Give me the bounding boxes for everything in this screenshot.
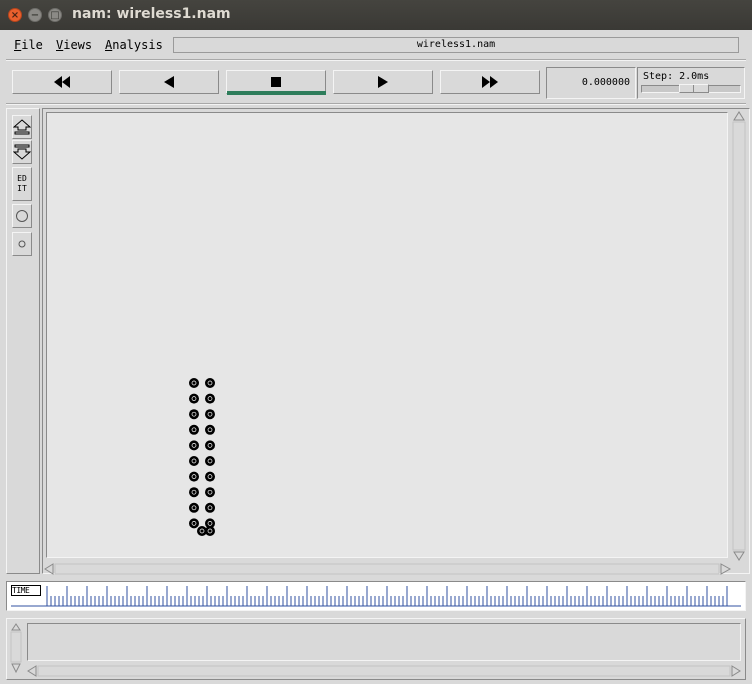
wireless-node-circle	[189, 487, 199, 498]
rewind-icon	[54, 76, 70, 88]
vertical-scrollbar-graphic	[732, 111, 746, 561]
circle-icon	[16, 210, 28, 222]
step-label: Step: 2.0ms	[643, 71, 710, 82]
wireless-node-circle	[189, 378, 199, 388]
wireless-node-circle	[189, 456, 199, 466]
wireless-node[interactable]	[205, 502, 215, 513]
node-layer	[189, 378, 215, 536]
zoom-in-icon	[13, 119, 31, 135]
menu-analysis[interactable]: Analysis	[105, 38, 163, 52]
wireless-node[interactable]	[189, 487, 199, 498]
fast-forward-button[interactable]	[440, 70, 540, 94]
annotation-hscroll[interactable]	[27, 662, 741, 681]
wireless-node-circle	[205, 409, 215, 420]
wireless-node[interactable]	[189, 378, 199, 388]
wireless-node[interactable]	[205, 487, 215, 498]
wireless-node-circle	[205, 456, 215, 466]
wireless-node-circle	[205, 424, 215, 435]
node-tool-button[interactable]	[12, 204, 32, 228]
wireless-node[interactable]	[189, 456, 199, 466]
wireless-node[interactable]	[205, 409, 215, 420]
wireless-node[interactable]	[189, 393, 199, 404]
wireless-node[interactable]	[205, 456, 215, 466]
stop-icon	[271, 77, 281, 87]
annotation-hscroll-graphic	[27, 665, 741, 677]
annotation-scroll-graphic	[10, 623, 22, 674]
annotation-scroll[interactable]	[10, 622, 22, 678]
wireless-node-circle	[205, 487, 215, 498]
window-title: nam: wireless1.nam	[72, 6, 231, 22]
wireless-node-circle	[205, 502, 215, 513]
menu-file-rest: ile	[21, 38, 43, 52]
wireless-node-circle	[205, 526, 215, 536]
time-label: TIME	[11, 585, 41, 596]
filename-display: wireless1.nam	[173, 37, 739, 53]
wireless-node[interactable]	[205, 393, 215, 404]
menu-separator	[6, 59, 746, 61]
wireless-node[interactable]	[189, 518, 199, 529]
wireless-node-circle	[189, 393, 199, 404]
maximize-icon[interactable]: □	[48, 8, 62, 22]
play-forward-button[interactable]	[333, 70, 433, 94]
menu-file[interactable]: File	[14, 38, 43, 52]
wireless-node-circle	[189, 502, 199, 513]
horizontal-scrollbar-graphic	[44, 563, 732, 575]
title-bar: × − □ nam: wireless1.nam	[0, 0, 752, 30]
edit-button[interactable]: EDIT	[12, 167, 32, 201]
small-circle-icon	[18, 240, 26, 248]
transport-separator	[6, 103, 746, 105]
zoom-in-button[interactable]	[12, 115, 32, 139]
rewind-button[interactable]	[12, 70, 112, 94]
wireless-node[interactable]	[205, 378, 215, 388]
edit-label: EDIT	[17, 174, 27, 193]
timeline[interactable]	[6, 581, 746, 611]
wireless-node-circle	[205, 393, 215, 404]
close-icon[interactable]: ×	[8, 8, 22, 22]
wireless-node[interactable]	[205, 440, 215, 451]
zoom-out-button[interactable]	[12, 140, 32, 164]
horizontal-scrollbar[interactable]	[44, 560, 732, 575]
wireless-node-circle	[189, 518, 199, 529]
menu-views[interactable]: Views	[56, 38, 92, 52]
menu-views-rest: iews	[63, 38, 93, 52]
step-slider-thumb[interactable]	[679, 84, 709, 93]
time-display: 0.000000	[546, 67, 636, 99]
play-forward-icon	[378, 76, 388, 88]
wireless-node[interactable]	[205, 471, 215, 482]
network-canvas[interactable]	[46, 112, 728, 558]
play-backward-icon	[164, 76, 174, 88]
wireless-node[interactable]	[189, 502, 199, 513]
wireless-node[interactable]	[189, 471, 199, 482]
minimize-icon[interactable]: −	[28, 8, 42, 22]
zoom-out-icon	[13, 144, 31, 160]
wireless-node-circle	[205, 378, 215, 388]
wireless-node[interactable]	[205, 424, 215, 435]
wireless-node-circle	[205, 440, 215, 451]
annotation-list[interactable]	[27, 623, 741, 661]
fast-forward-icon	[482, 76, 498, 88]
wireless-node[interactable]	[205, 526, 215, 536]
wireless-node-circle	[189, 471, 199, 482]
vertical-scrollbar[interactable]	[732, 110, 746, 562]
wireless-node[interactable]	[189, 424, 199, 435]
play-backward-button[interactable]	[119, 70, 219, 94]
wireless-node-circle	[205, 471, 215, 482]
wireless-node[interactable]	[189, 440, 199, 451]
small-node-tool-button[interactable]	[12, 232, 32, 256]
wireless-node-circle	[189, 440, 199, 451]
wireless-node[interactable]	[189, 409, 199, 420]
wireless-node-circle	[189, 424, 199, 435]
menu-analysis-rest: nalysis	[112, 38, 163, 52]
wireless-node-circle	[189, 409, 199, 420]
stop-active-indicator	[227, 91, 326, 95]
timeline-ticks	[11, 586, 741, 607]
